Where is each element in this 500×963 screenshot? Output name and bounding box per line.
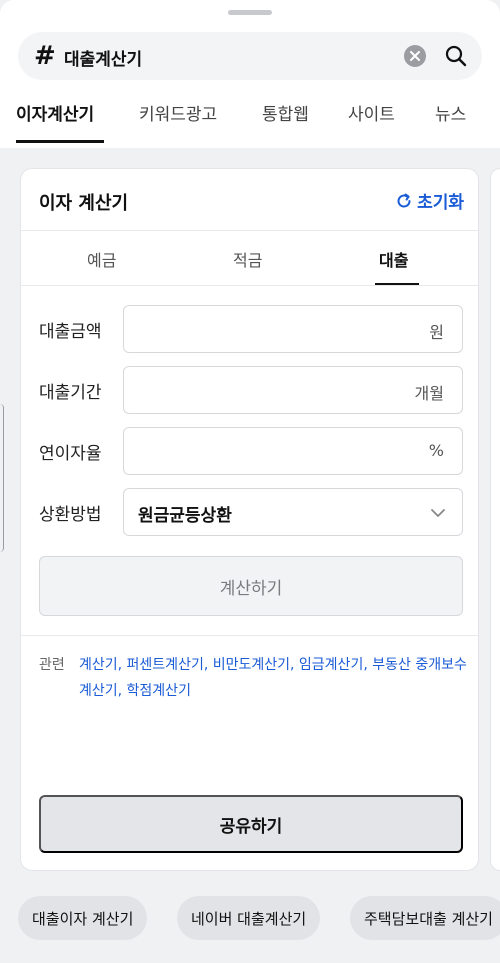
repayment-method-select[interactable]: 원금균등상환 <box>123 488 463 536</box>
divider <box>21 635 478 636</box>
chevron-down-icon <box>431 509 445 517</box>
search-query[interactable]: 대출계산기 <box>64 45 142 70</box>
loan-amount-label: 대출금액 <box>39 322 102 342</box>
unit-won: 원 <box>429 323 444 342</box>
search-bar[interactable]: # 대출계산기 <box>18 32 482 80</box>
related-link[interactable]: 학점계산기 <box>127 683 191 699</box>
search-icon[interactable] <box>444 44 468 68</box>
related-link[interactable]: 임금계산기 <box>299 657 363 673</box>
related-search-chip[interactable]: 주택담보대출 계산기 <box>350 896 500 940</box>
related-search-chip[interactable]: 네이버 대출계산기 <box>177 896 321 940</box>
unit-percent: % <box>428 441 444 460</box>
repayment-method-label: 상환방법 <box>39 505 102 525</box>
unit-months: 개월 <box>414 384 444 403</box>
divider <box>21 285 478 286</box>
interest-calculator-card: 이자 계산기 초기화 예금 적금 대출 대출금액 원 대출기간 개월 연이자율 … <box>20 168 479 871</box>
refresh-icon <box>397 193 411 207</box>
result-tabs: 이자계산기 키워드광고 통합웹 사이트 뉴스 <box>0 90 500 144</box>
divider <box>21 230 478 231</box>
related-link[interactable]: 퍼센트계산기 <box>127 657 204 673</box>
search-sheet: # 대출계산기 이자계산기 키워드광고 통합웹 사이트 뉴스 <box>0 0 500 148</box>
subtab-deposit[interactable]: 예금 <box>87 247 116 271</box>
related-search-chips: 대출이자 계산기 네이버 대출계산기 주택담보대출 계산기 <box>0 896 500 940</box>
tab-web[interactable]: 통합웹 <box>262 100 309 125</box>
tab-news[interactable]: 뉴스 <box>435 100 466 125</box>
related-label: 관련 <box>39 657 65 673</box>
tab-site[interactable]: 사이트 <box>348 100 395 125</box>
subtab-savings[interactable]: 적금 <box>233 247 262 271</box>
tab-interest-calculator[interactable]: 이자계산기 <box>16 100 94 125</box>
repayment-method-value: 원금균등상환 <box>138 506 232 526</box>
calculate-button[interactable]: 계산하기 <box>39 556 463 616</box>
sheet-grabber[interactable] <box>228 10 272 15</box>
reset-label: 초기화 <box>417 193 464 213</box>
active-tab-indicator <box>16 140 104 143</box>
hash-icon: # <box>34 41 56 71</box>
interest-rate-label: 연이자율 <box>39 444 102 464</box>
clear-icon[interactable] <box>404 45 426 67</box>
loan-amount-input[interactable]: 원 <box>123 305 463 353</box>
related-search-chip[interactable]: 대출이자 계산기 <box>18 896 148 940</box>
share-button[interactable]: 공유하기 <box>39 795 463 853</box>
next-card-peek[interactable] <box>490 168 500 871</box>
related-link[interactable]: 비만도계산기 <box>213 657 290 673</box>
tab-keyword-ads[interactable]: 키워드광고 <box>139 100 217 125</box>
previous-card-edge <box>0 404 4 552</box>
related-links: 계산기, 퍼센트계산기, 비만도계산기, 임금계산기, 부동산 중개보수계산기,… <box>79 657 467 699</box>
subtab-loan[interactable]: 대출 <box>379 247 408 271</box>
loan-period-label: 대출기간 <box>39 383 102 403</box>
reset-button[interactable]: 초기화 <box>395 188 464 213</box>
card-title: 이자 계산기 <box>39 193 129 214</box>
related-link[interactable]: 계산기 <box>79 657 118 673</box>
interest-rate-input[interactable]: % <box>123 427 463 475</box>
loan-period-input[interactable]: 개월 <box>123 366 463 414</box>
